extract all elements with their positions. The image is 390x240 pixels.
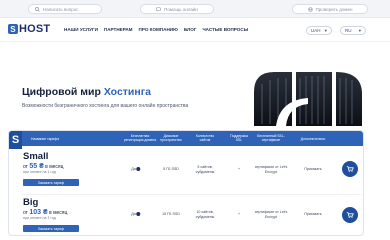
plan-price: от 55 ₴ в месяц [23,163,64,170]
search-box[interactable]: Написать вопрос [28,4,102,14]
cell-sites: 5 сайтов, субдомены [195,165,215,174]
cell-ssl: + [237,212,241,216]
top-bar: Написать вопрос Помощь онлайн Проверить … [0,0,390,18]
main-header: S HOST НАШИ УСЛУГИ ПАРТНЕРАМ ПРО КОМПАНИ… [0,18,390,42]
domain-check-label: Проверить домен [315,6,353,12]
language-value: RU [345,28,352,33]
cart-button[interactable] [342,161,358,177]
nav-item-company[interactable]: ПРО КОМПАНИЮ [139,27,178,32]
nav-item-services[interactable]: НАШИ УСЛУГИ [64,27,98,32]
logo-mark: S [8,24,18,34]
cell-domain-value: Да [131,167,136,171]
chat-icon [156,6,161,11]
cell-extra[interactable]: Приказать [304,167,321,172]
price-note: при оплате на 1 год [23,170,56,174]
hero-subtitle: Возможности безграничного хостинга для в… [22,103,189,109]
hero-title-accent: Хостинга [103,86,151,98]
order-plan-button[interactable]: Заказать тариф [23,179,79,186]
cart-icon [346,166,354,173]
tariffs-table: Название тарифа Бесплатная регистрация д… [8,130,364,236]
cell-domain: Да [131,167,141,172]
table-header: Название тарифа Бесплатная регистрация д… [9,131,363,146]
chevron-down-icon: ▾ [358,27,361,33]
globe-icon [307,6,313,12]
nav-item-faq[interactable]: ЧАСТЫЕ ВОПРОСЫ [202,27,248,32]
hero-title: Цифровой мир Хостинга [22,86,151,98]
cell-extra[interactable]: Приказать [304,212,321,217]
online-help-button[interactable]: Помощь онлайн [140,4,214,14]
domain-check-box[interactable]: Проверить домен [292,4,368,14]
cart-icon [346,212,354,219]
price-value: 55 ₴ [29,163,44,170]
brand-badge: S [9,131,22,149]
price-note: при оплате на 1 год [23,216,56,220]
cell-free-ssl: сертификат от Let's Encrypt [254,165,288,174]
cart-button[interactable] [342,207,358,223]
plan-name: Big [23,197,39,208]
column-header-extra: Дополнительно [300,137,326,141]
table-row: Small от 55 ₴ в месяц при оплате на 1 го… [9,149,363,193]
currency-value: UAH [311,28,321,33]
column-header-sites: Количество сайтов [195,134,215,142]
online-help-label: Помощь онлайн [164,6,198,12]
logo-text: HOST [19,23,51,35]
currency-select[interactable]: UAH ▾ [306,26,332,35]
info-icon[interactable] [136,167,141,172]
table-row: Big от 103 ₴ в месяц при оплате на 1 год… [9,195,363,235]
cell-sites: 10 сайтов, субдомены [195,210,215,219]
info-icon[interactable] [136,212,141,217]
price-value: 103 ₴ [29,209,48,216]
main-nav: НАШИ УСЛУГИ ПАРТНЕРАМ ПРО КОМПАНИЮ БЛОГ … [64,27,248,32]
nav-item-blog[interactable]: БЛОГ [184,27,197,32]
plan-price: от 103 ₴ в месяц [23,209,67,216]
column-header-free-ssl: Бесплатный SSL-сертификат [257,134,285,142]
server-room-image [254,72,362,126]
cell-domain-value: Да [131,212,136,216]
search-placeholder: Написать вопрос [43,6,79,12]
column-header-disk: Дисковое пространство [160,134,182,142]
nav-item-partners[interactable]: ПАРТНЕРАМ [104,27,133,32]
chevron-down-icon: ▾ [324,27,327,33]
column-header-name: Название тарифа [31,137,59,141]
order-plan-button[interactable]: Заказать тариф [23,225,79,232]
hero-title-main: Цифровой мир [22,86,101,98]
search-icon [35,6,40,12]
cell-disk: 5 ГБ SSD [163,167,179,171]
plan-name: Small [23,151,49,162]
cell-ssl: + [237,167,241,171]
language-select[interactable]: RU ▾ [340,26,366,35]
cell-free-ssl: сертификат от Let's Encrypt [254,210,288,219]
cell-domain: Да [131,212,141,217]
logo[interactable]: S HOST [8,23,50,35]
column-header-domain: Бесплатная регистрация домена [123,134,157,142]
column-header-ssl: Поддержка SSL [230,134,248,142]
cell-disk: 15 ГБ SSD [162,212,180,216]
